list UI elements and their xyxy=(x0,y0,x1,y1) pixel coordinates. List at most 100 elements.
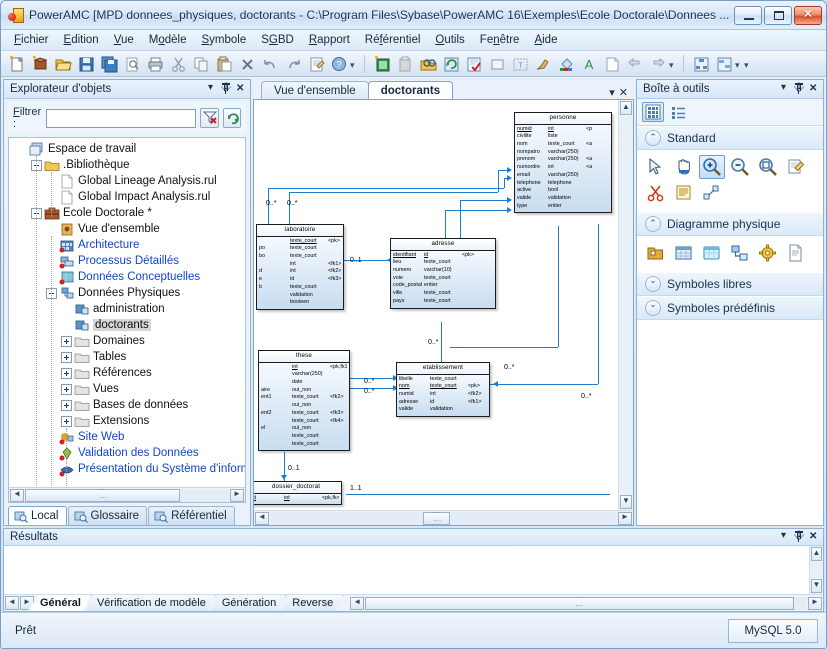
canvas-scroll-left-icon[interactable] xyxy=(255,511,269,525)
diagram-relationship-line[interactable] xyxy=(441,322,442,362)
properties-tool[interactable] xyxy=(783,155,809,179)
tree-item-validation-des-donn-es[interactable]: Validation des Données xyxy=(11,445,245,461)
zoom-fit-tool[interactable] xyxy=(755,155,781,179)
open-icon[interactable] xyxy=(52,53,73,74)
diagram-relationship-line[interactable] xyxy=(504,178,505,188)
auto-layout-icon[interactable] xyxy=(713,53,734,74)
diagram-canvas[interactable]: 0..* 0..* 0..1 0..* 0..* 0..* 0..* 0..* 0..1 1..1… xyxy=(254,100,618,510)
tree-expander-plus-icon[interactable] xyxy=(61,351,72,363)
results-tab-v-rification-de-mod-le[interactable]: Vérification de modèle xyxy=(85,595,216,611)
tree-scroll-right-icon[interactable] xyxy=(230,488,244,502)
menu-edition[interactable]: Edition xyxy=(57,32,106,48)
new-diagram-icon[interactable] xyxy=(371,53,392,74)
find-icon[interactable] xyxy=(417,53,438,74)
undo-icon[interactable] xyxy=(259,53,280,74)
tree-expander-plus-icon[interactable] xyxy=(61,367,72,379)
tree-item-extensions[interactable]: Extensions xyxy=(11,413,245,429)
diagram-table-adresse[interactable]: adresse identifiant id <pk> lieu texte_court n… xyxy=(390,238,496,309)
document-tab-doctorants[interactable]: doctorants xyxy=(367,81,454,99)
diagram-relationship-line[interactable] xyxy=(346,494,610,495)
tree-expander-plus-icon[interactable] xyxy=(61,335,72,347)
menu-referentiel[interactable]: Référentiel xyxy=(358,32,428,48)
tree-expander-plus-icon[interactable] xyxy=(61,383,72,395)
tree-item-global-impact-analysis-rul[interactable]: Global Impact Analysis.rul xyxy=(11,189,245,205)
save-all-icon[interactable] xyxy=(98,53,119,74)
minimize-button[interactable] xyxy=(734,5,762,25)
grid-view-mode-button[interactable] xyxy=(642,102,664,122)
toolbar-overflow-2[interactable] xyxy=(669,54,678,74)
results-hscroll-track[interactable] xyxy=(365,596,807,610)
tree-item-administration[interactable]: administration xyxy=(11,301,245,317)
tree-item-vues[interactable]: Vues xyxy=(11,381,245,397)
note-tool[interactable] xyxy=(671,181,697,205)
toolbar-overflow-3[interactable] xyxy=(735,54,744,74)
results-menu-caret-icon[interactable] xyxy=(779,530,792,544)
menu-outils[interactable]: Outils xyxy=(428,32,471,48)
diagram-relationship-line[interactable] xyxy=(445,210,510,211)
close-button[interactable]: ✕ xyxy=(794,5,822,25)
toolbox-group-diagramme-physique[interactable]: Diagramme physique xyxy=(637,212,823,236)
tree-item-bases-de-donn-es[interactable]: Bases de données xyxy=(11,397,245,413)
menu-fenetre[interactable]: Fenêtre xyxy=(473,32,527,48)
new-icon[interactable] xyxy=(6,53,27,74)
paste-icon[interactable] xyxy=(213,53,234,74)
note-icon[interactable] xyxy=(601,53,622,74)
diagram-relationship-line[interactable] xyxy=(490,384,598,385)
explorer-menu-caret-icon[interactable] xyxy=(206,82,219,96)
tab-close-icon[interactable]: ✕ xyxy=(619,86,628,99)
diagram-table-etablissement[interactable]: etablissement libelle texte_court nom texte_… xyxy=(396,362,490,418)
results-scroll-right-icon[interactable] xyxy=(808,596,822,610)
new-model-icon[interactable] xyxy=(29,53,50,74)
results-vscroll-track[interactable] xyxy=(810,562,823,578)
diagram-relationship-line[interactable] xyxy=(445,210,446,238)
tree-item-processus-d-taill-s[interactable]: Processus Détaillés xyxy=(11,253,245,269)
forward-icon[interactable] xyxy=(647,53,668,74)
tree-scroll-track[interactable] xyxy=(25,488,229,502)
print-icon[interactable] xyxy=(144,53,165,74)
tree-item-pr-sentation-du-syst-me-d-informa[interactable]: Présentation du Système d'informa xyxy=(11,461,245,477)
diagram-relationship-line[interactable] xyxy=(450,347,558,348)
table-tool[interactable] xyxy=(671,241,697,265)
explorer-pin-icon[interactable] xyxy=(220,82,233,96)
diagram-relationship-line[interactable] xyxy=(558,226,559,347)
tree-item-doctorants[interactable]: doctorants xyxy=(11,317,245,333)
procedure-tool[interactable] xyxy=(755,241,781,265)
diagram-relationship-line[interactable] xyxy=(460,200,510,201)
package-tool[interactable] xyxy=(643,241,669,265)
chevron-up-icon[interactable] xyxy=(645,130,661,146)
tree-item-r-f-rences[interactable]: Références xyxy=(11,365,245,381)
tree-item-tables[interactable]: Tables xyxy=(11,349,245,365)
text-frame-icon[interactable]: T xyxy=(509,53,530,74)
maximize-button[interactable] xyxy=(764,5,792,25)
tree-horizontal-scrollbar[interactable] xyxy=(9,487,245,502)
delete-icon[interactable] xyxy=(236,53,257,74)
diagram-table-these[interactable]: theseint <pk,fk1> varchar(250)date aire oui_… xyxy=(258,350,350,452)
canvas-hscroll-track[interactable] xyxy=(270,511,617,525)
properties-icon[interactable] xyxy=(305,53,326,74)
menu-fichier[interactable]: Fichier xyxy=(7,32,56,48)
canvas-vscroll-track[interactable] xyxy=(619,116,633,494)
results-close-icon[interactable] xyxy=(807,530,820,544)
print-preview-icon[interactable] xyxy=(121,53,142,74)
paste-special-icon[interactable] xyxy=(394,53,415,74)
results-hscroll-thumb[interactable] xyxy=(365,596,794,610)
font-color-icon[interactable]: A xyxy=(578,53,599,74)
diagram-table-dossier_doctorat[interactable]: dossier_doctoratdint <pk,fk> xyxy=(254,481,342,506)
refresh-icon[interactable] xyxy=(440,53,461,74)
results-tab-reverse[interactable]: Reverse xyxy=(280,595,343,611)
toolbar-overflow-4[interactable] xyxy=(744,54,753,74)
explorer-tree[interactable]: Espace de travail .Bibliothèque Global Lin… xyxy=(9,138,245,487)
explorer-tab-glossaire[interactable]: Glossaire xyxy=(67,506,148,525)
results-vertical-scrollbar[interactable] xyxy=(809,546,823,594)
grabber-tool[interactable] xyxy=(671,155,697,179)
explorer-tab-local[interactable]: Local xyxy=(8,506,67,525)
tree-scroll-left-icon[interactable] xyxy=(10,488,24,502)
fill-color-icon[interactable] xyxy=(555,53,576,74)
toolbox-close-icon[interactable] xyxy=(807,82,820,96)
canvas-scroll-right-icon[interactable] xyxy=(618,511,632,525)
diagram-relationship-line[interactable] xyxy=(598,224,599,384)
tree-item-ecole-doctorale[interactable]: Ecole Doctorale * xyxy=(11,205,245,221)
results-scroll-down-icon[interactable] xyxy=(811,579,822,593)
toolbox-pin-icon[interactable] xyxy=(793,82,806,96)
results-scroll-up-icon[interactable] xyxy=(811,547,822,561)
